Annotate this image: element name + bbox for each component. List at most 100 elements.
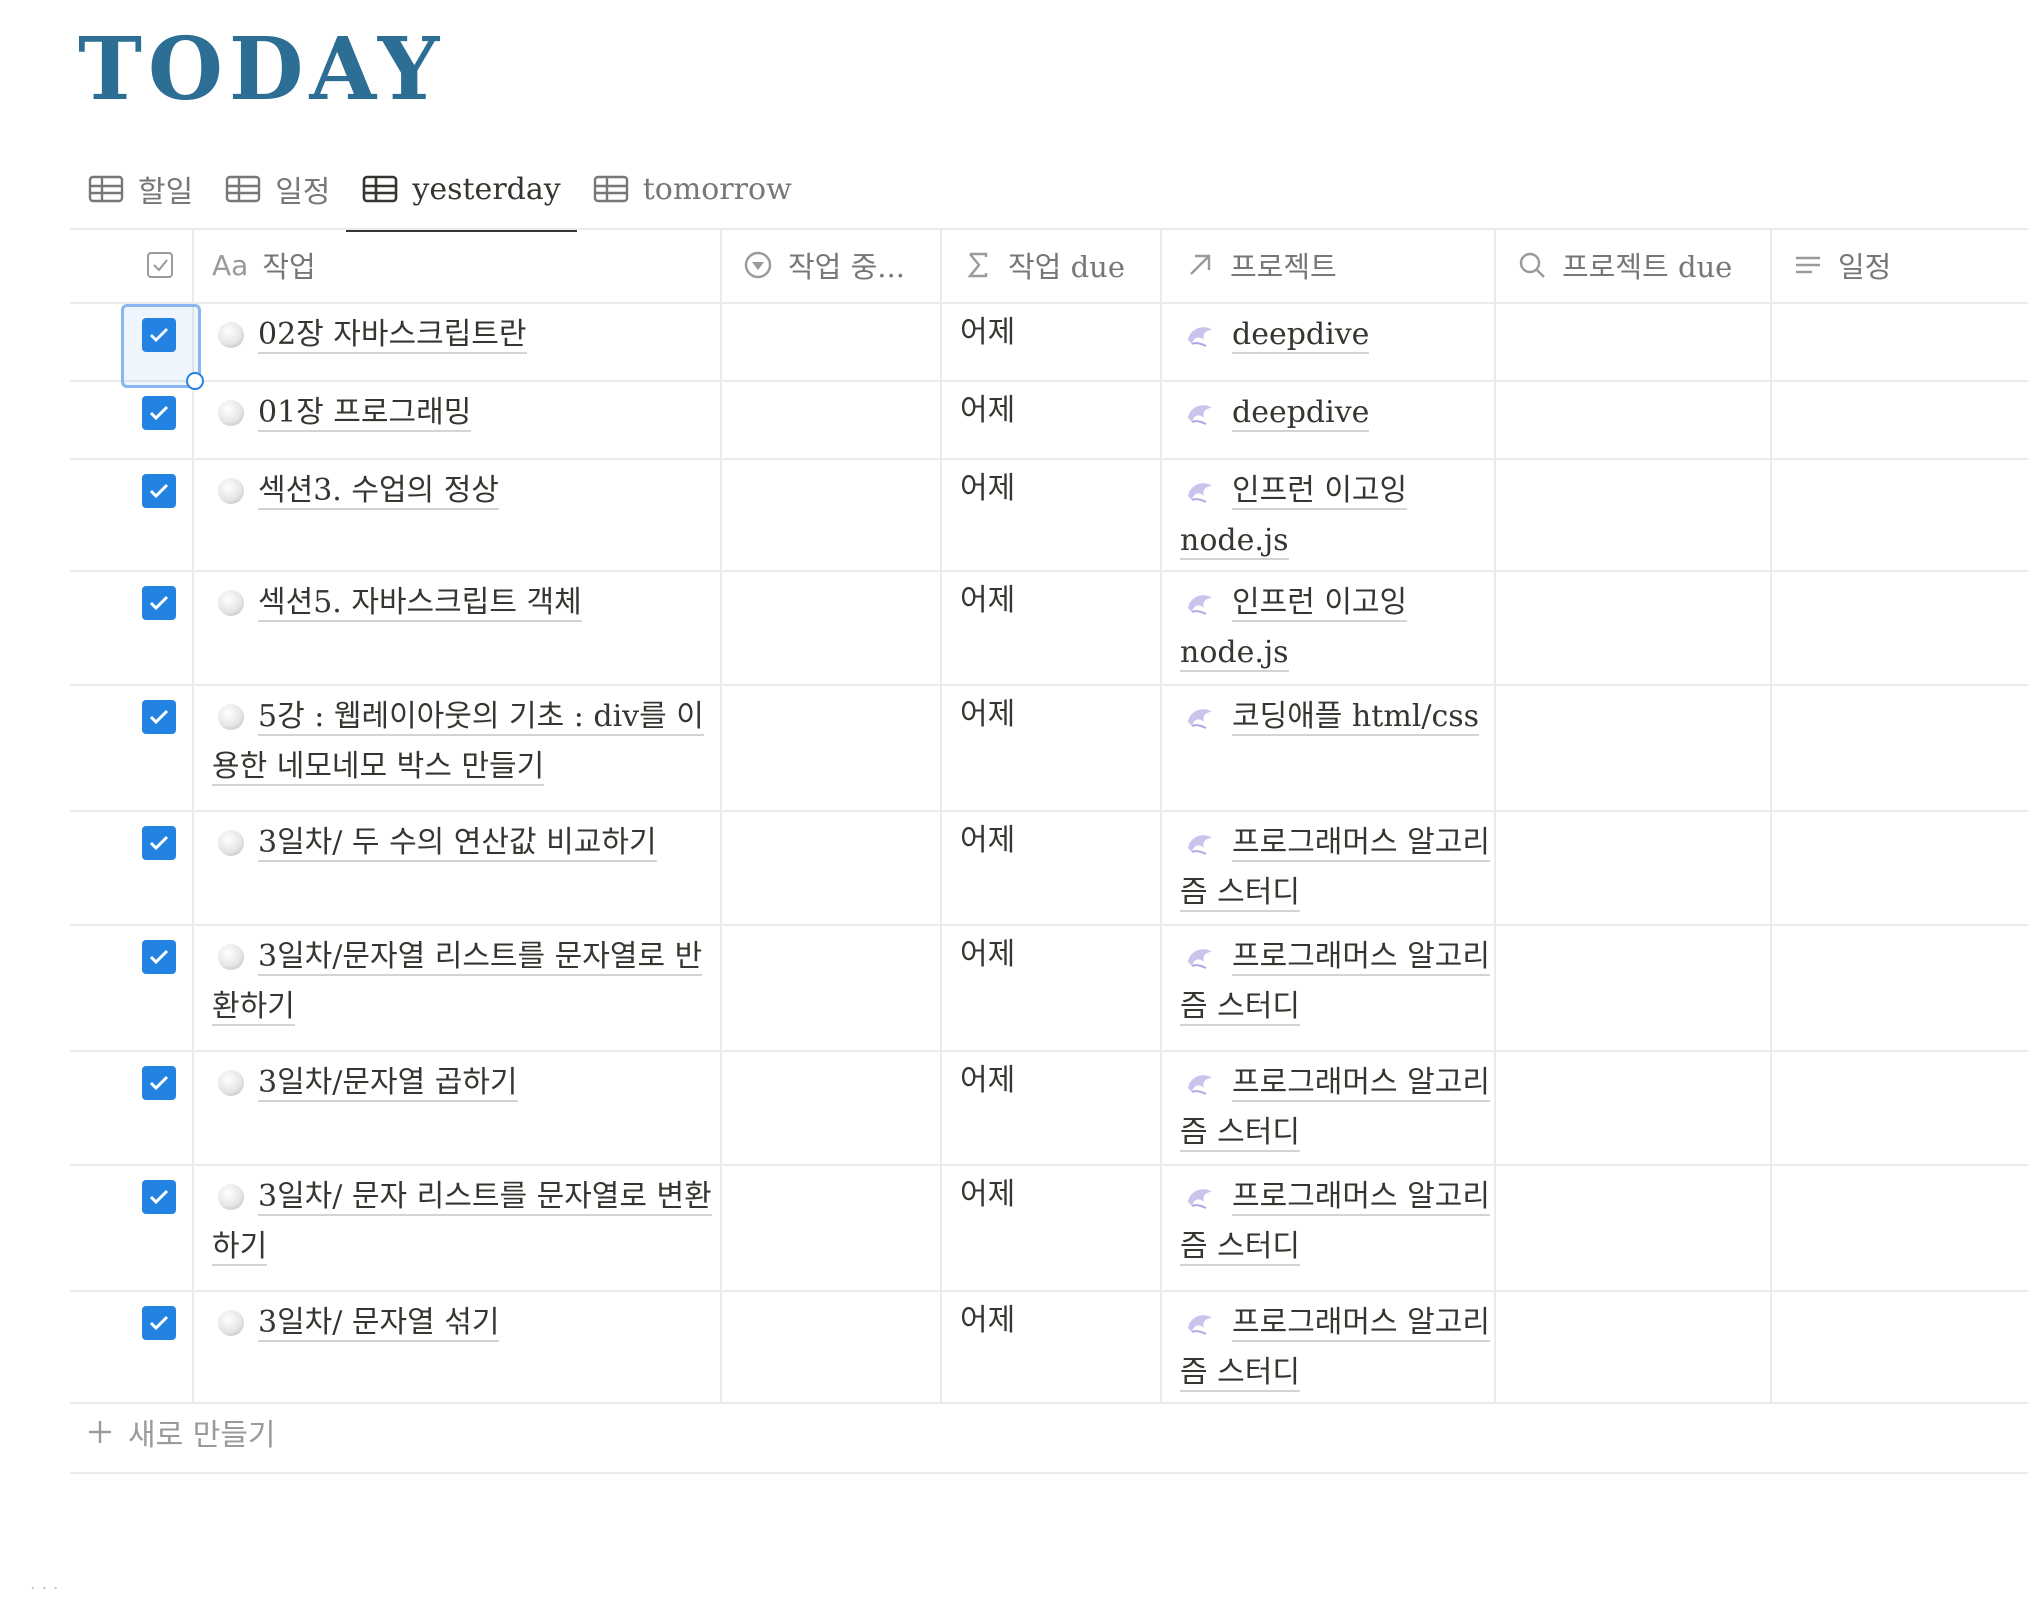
page-emoji-icon <box>218 1310 244 1336</box>
page-title: TODAY <box>78 19 446 120</box>
project-link[interactable]: deepdive <box>1232 395 1370 432</box>
column-header-label: 프로젝트 <box>1230 250 1337 284</box>
project-relation-cell[interactable]: 코딩애플 html/css <box>1180 692 1490 742</box>
task-title-cell[interactable]: 02장 자바스크립트란 <box>212 310 712 360</box>
project-icon <box>1184 472 1216 503</box>
task-title-cell[interactable]: 5강 : 웹레이아웃의 기초 : div를 이용한 네모네모 박스 만들기 <box>212 692 712 792</box>
row-divider <box>70 1472 2028 1474</box>
task-title[interactable]: 3일차/ 문자열 섞기 <box>258 1305 500 1342</box>
tab-일정[interactable]: 일정 <box>209 158 346 220</box>
plus-icon <box>89 1421 111 1443</box>
task-title[interactable]: 3일차/ 두 수의 연산값 비교하기 <box>258 825 657 862</box>
project-link[interactable]: 프로그래머스 알고리즘 스터디 <box>1180 1179 1490 1266</box>
column-header-task[interactable]: Aa 작업 <box>212 228 316 302</box>
project-icon <box>1184 824 1216 855</box>
tab-label: tomorrow <box>642 171 792 207</box>
project-link[interactable]: 프로그래머스 알고리즘 스터디 <box>1180 939 1490 1026</box>
project-relation-cell[interactable]: deepdive <box>1180 310 1490 360</box>
check-icon <box>149 709 169 725</box>
row-checkbox[interactable] <box>142 1180 176 1214</box>
project-icon <box>1184 698 1216 729</box>
row-checkbox[interactable] <box>142 700 176 734</box>
task-title[interactable]: 섹션5. 자바스크립트 객체 <box>258 585 582 622</box>
column-divider <box>720 228 722 1402</box>
project-icon <box>1184 1064 1216 1095</box>
task-title[interactable]: 01장 프로그래밍 <box>258 395 472 432</box>
column-header-label: 일정 <box>1838 250 1892 284</box>
tab-tomorrow[interactable]: tomorrow <box>577 158 808 220</box>
task-due-value: 어제 <box>960 937 1016 972</box>
relation-arrow-icon <box>1190 254 1211 275</box>
project-icon <box>1184 938 1216 969</box>
task-title-cell[interactable]: 3일차/ 문자열 섞기 <box>212 1298 712 1348</box>
task-title[interactable]: 3일차/문자열 리스트를 문자열로 반환하기 <box>212 939 703 1026</box>
project-relation-cell[interactable]: 인프런 이고잉 node.js <box>1180 578 1490 678</box>
page-emoji-icon <box>218 590 244 616</box>
row-checkbox[interactable] <box>142 474 176 508</box>
task-title[interactable]: 3일차/ 문자 리스트를 문자열로 변환하기 <box>212 1179 712 1266</box>
task-title-cell[interactable]: 3일차/문자열 곱하기 <box>212 1058 712 1108</box>
column-header-task-due[interactable]: 작업 due <box>962 228 1125 302</box>
tab-label: 할일 <box>138 175 194 210</box>
row-checkbox[interactable] <box>142 1306 176 1340</box>
table-icon <box>88 175 124 203</box>
row-checkbox[interactable] <box>142 940 176 974</box>
row-checkbox[interactable] <box>142 1066 176 1100</box>
fill-handle[interactable] <box>186 372 204 390</box>
task-title-cell[interactable]: 섹션5. 자바스크립트 객체 <box>212 578 712 628</box>
project-relation-cell[interactable]: 프로그래머스 알고리즘 스터디 <box>1180 1298 1490 1398</box>
task-due-value: 어제 <box>960 1177 1016 1212</box>
column-header-status[interactable]: 작업 중... <box>742 228 905 302</box>
project-relation-cell[interactable]: deepdive <box>1180 388 1490 438</box>
row-checkbox[interactable] <box>142 826 176 860</box>
task-due-value: 어제 <box>960 315 1016 350</box>
column-header-project-due[interactable]: 프로젝트 due <box>1516 228 1732 302</box>
text-aa-icon: Aa <box>212 248 249 282</box>
column-header-checkbox[interactable] <box>144 228 176 302</box>
project-link[interactable]: 코딩애플 html/css <box>1232 699 1480 736</box>
row-divider <box>70 924 2028 926</box>
task-title-cell[interactable]: 3일차/문자열 리스트를 문자열로 반환하기 <box>212 932 712 1032</box>
task-due-value: 어제 <box>960 823 1016 858</box>
table-icon <box>363 175 398 203</box>
tab-label: yesterday <box>412 171 561 207</box>
project-relation-cell[interactable]: 인프런 이고잉 node.js <box>1180 466 1490 566</box>
project-relation-cell[interactable]: 프로그래머스 알고리즘 스터디 <box>1180 818 1490 918</box>
task-title-cell[interactable]: 3일차/ 문자 리스트를 문자열로 변환하기 <box>212 1172 712 1272</box>
row-checkbox[interactable] <box>142 586 176 620</box>
project-link[interactable]: 프로그래머스 알고리즘 스터디 <box>1180 1305 1490 1392</box>
table-icon <box>226 175 261 203</box>
row-divider <box>70 228 2028 230</box>
project-relation-cell[interactable]: 프로그래머스 알고리즘 스터디 <box>1180 1172 1490 1272</box>
row-divider <box>70 458 2028 460</box>
column-header-schedule[interactable]: 일정 <box>1792 228 1891 302</box>
column-header-project[interactable]: 프로젝트 <box>1184 228 1337 302</box>
task-title[interactable]: 5강 : 웹레이아웃의 기초 : div를 이용한 네모네모 박스 만들기 <box>212 699 704 786</box>
project-icon <box>1184 1178 1216 1209</box>
task-title[interactable]: 섹션3. 수업의 정상 <box>258 473 499 510</box>
project-icon <box>1184 394 1216 425</box>
column-divider <box>1160 228 1162 1402</box>
row-checkbox[interactable] <box>142 396 176 430</box>
task-due-value: 어제 <box>960 393 1016 428</box>
row-divider <box>70 380 2028 382</box>
task-title-cell[interactable]: 01장 프로그래밍 <box>212 388 712 438</box>
task-title[interactable]: 02장 자바스크립트란 <box>258 317 527 354</box>
task-title[interactable]: 3일차/문자열 곱하기 <box>258 1065 518 1102</box>
tab-yesterday[interactable]: yesterday <box>346 158 578 232</box>
task-title-cell[interactable]: 3일차/ 두 수의 연산값 비교하기 <box>212 818 712 868</box>
task-title-cell[interactable]: 섹션3. 수업의 정상 <box>212 466 712 516</box>
project-relation-cell[interactable]: 프로그래머스 알고리즘 스터디 <box>1180 1058 1490 1158</box>
check-icon <box>149 1075 169 1091</box>
task-due-value: 어제 <box>960 1303 1016 1338</box>
tab-할일[interactable]: 할일 <box>72 158 209 220</box>
lines-icon <box>1796 256 1820 274</box>
project-link[interactable]: 프로그래머스 알고리즘 스터디 <box>1180 1065 1490 1152</box>
project-link[interactable]: 프로그래머스 알고리즘 스터디 <box>1180 825 1490 912</box>
task-due-value: 어제 <box>960 583 1016 618</box>
column-header-label: 작업 중... <box>788 250 905 284</box>
project-link[interactable]: deepdive <box>1232 317 1370 354</box>
new-row-button[interactable]: 새로 만들기 <box>86 1410 276 1454</box>
project-relation-cell[interactable]: 프로그래머스 알고리즘 스터디 <box>1180 932 1490 1032</box>
row-divider <box>70 1290 2028 1292</box>
